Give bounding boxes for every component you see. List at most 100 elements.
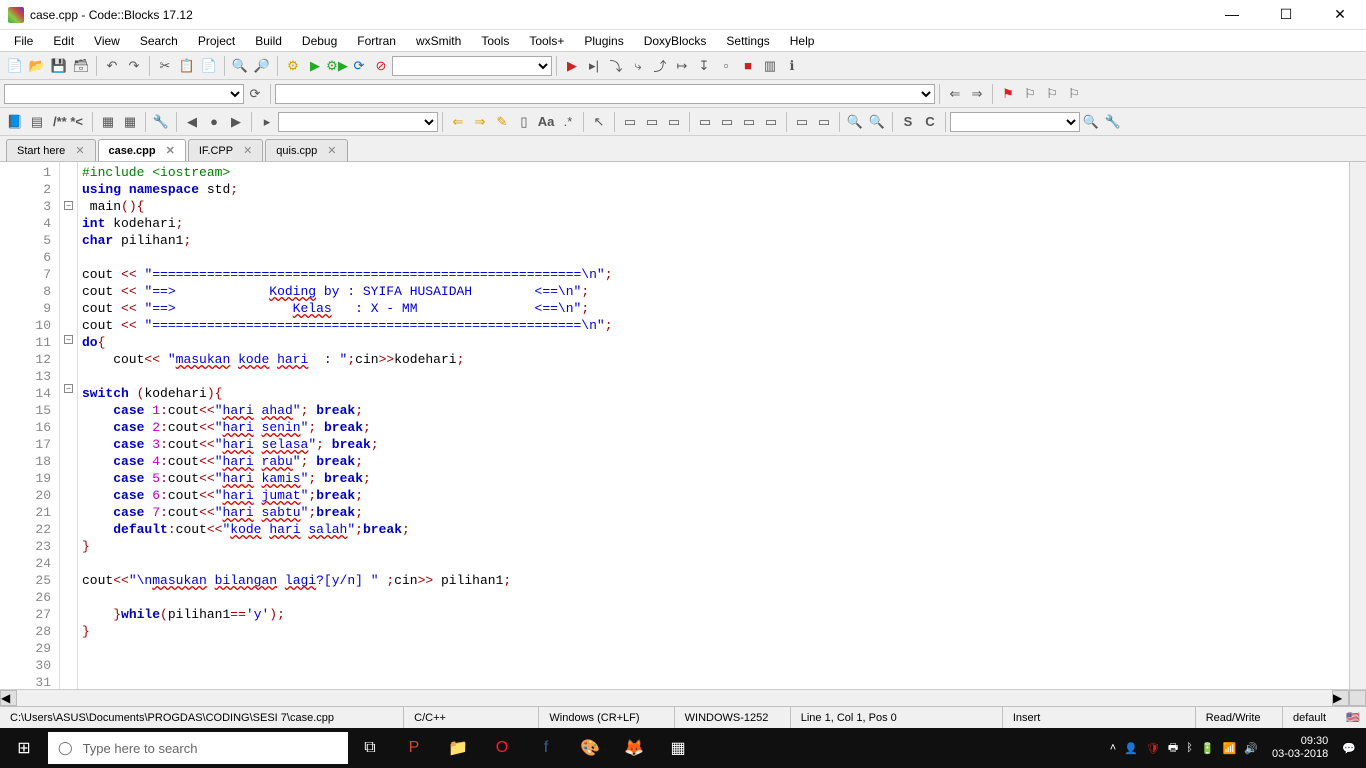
- taskbar-clock[interactable]: 09:30 03-03-2018: [1266, 735, 1334, 761]
- horizontal-scrollbar[interactable]: ◀▶: [0, 689, 1366, 706]
- tray-volume-icon[interactable]: 🔊: [1244, 742, 1258, 755]
- debug-windows-icon[interactable]: ▥: [759, 55, 781, 77]
- build-run-icon[interactable]: ⚙▶: [326, 55, 348, 77]
- maximize-button[interactable]: ☐: [1268, 6, 1304, 23]
- block1-icon[interactable]: ▭: [619, 111, 641, 133]
- task-view-icon[interactable]: ⧉: [348, 728, 392, 768]
- code-area[interactable]: #include <iostream>using namespace std; …: [78, 162, 1349, 689]
- bookmark-prev-icon[interactable]: ⚐: [1019, 83, 1041, 105]
- doxy-block-icon[interactable]: ▤: [26, 111, 48, 133]
- menu-project[interactable]: Project: [188, 32, 245, 50]
- find-icon[interactable]: 🔍: [229, 55, 251, 77]
- taskbar-search[interactable]: ◯ Type here to search: [48, 732, 348, 764]
- save-icon[interactable]: 💾: [48, 55, 70, 77]
- build-icon[interactable]: ⚙: [282, 55, 304, 77]
- break-icon[interactable]: ▫: [715, 55, 737, 77]
- facebook-icon[interactable]: f: [524, 728, 568, 768]
- c-icon[interactable]: C: [919, 111, 941, 133]
- fortran-icon[interactable]: ▸: [256, 111, 278, 133]
- menu-build[interactable]: Build: [245, 32, 292, 50]
- open-file-icon[interactable]: 📂: [26, 55, 48, 77]
- menu-tools+[interactable]: Tools+: [519, 32, 574, 50]
- stop-icon[interactable]: ■: [737, 55, 759, 77]
- menu-fortran[interactable]: Fortran: [347, 32, 406, 50]
- minimize-button[interactable]: —: [1214, 6, 1250, 23]
- firefox-icon[interactable]: 🦊: [612, 728, 656, 768]
- tab-close-icon[interactable]: ✕: [75, 144, 84, 157]
- file-explorer-icon[interactable]: 📁: [436, 728, 480, 768]
- bookmark-next-icon[interactable]: ⚐: [1041, 83, 1063, 105]
- search-combo[interactable]: [950, 112, 1080, 132]
- menu-help[interactable]: Help: [780, 32, 825, 50]
- codeblocks-icon[interactable]: ▦: [656, 728, 700, 768]
- search-opts-icon[interactable]: 🔧: [1102, 111, 1124, 133]
- block7-icon[interactable]: ▭: [760, 111, 782, 133]
- tray-av-icon[interactable]: 🛡: [1146, 742, 1160, 755]
- run-to-cursor-icon[interactable]: ▸|: [583, 55, 605, 77]
- opera-icon[interactable]: O: [480, 728, 524, 768]
- tab-close-icon[interactable]: ✕: [243, 144, 252, 157]
- hl-mark-icon[interactable]: ✎: [491, 111, 513, 133]
- next-line-icon[interactable]: ⤵: [605, 55, 627, 77]
- fortran-select[interactable]: [278, 112, 438, 132]
- zoom-in-icon[interactable]: 🔍: [844, 111, 866, 133]
- block6-icon[interactable]: ▭: [738, 111, 760, 133]
- menu-search[interactable]: Search: [130, 32, 188, 50]
- block9-icon[interactable]: ▭: [813, 111, 835, 133]
- tray-up-icon[interactable]: ˄: [1110, 742, 1116, 754]
- hl-fwd-icon[interactable]: ⇒: [469, 111, 491, 133]
- tab-close-icon[interactable]: ✕: [166, 144, 175, 157]
- save-all-icon[interactable]: 🗃: [70, 55, 92, 77]
- info-icon[interactable]: ℹ: [781, 55, 803, 77]
- vertical-scrollbar[interactable]: [1349, 162, 1366, 689]
- menu-tools[interactable]: Tools: [471, 32, 519, 50]
- menu-edit[interactable]: Edit: [43, 32, 84, 50]
- step-out-icon[interactable]: ⤴: [649, 55, 671, 77]
- cut-icon[interactable]: ✂: [154, 55, 176, 77]
- menu-view[interactable]: View: [84, 32, 130, 50]
- tray-printer-icon[interactable]: 🖶: [1168, 739, 1178, 758]
- fold-gutter[interactable]: − − −: [60, 162, 78, 689]
- tab-close-icon[interactable]: ✕: [327, 144, 336, 157]
- block3-icon[interactable]: ▭: [663, 111, 685, 133]
- tray-bluetooth-icon[interactable]: ᛒ: [1186, 742, 1193, 754]
- s-icon[interactable]: S: [897, 111, 919, 133]
- abort-icon[interactable]: ⊘: [370, 55, 392, 77]
- menu-wxsmith[interactable]: wxSmith: [406, 32, 471, 50]
- hl-back-icon[interactable]: ⇐: [447, 111, 469, 133]
- tray-people-icon[interactable]: 👤: [1124, 742, 1138, 755]
- notifications-icon[interactable]: 💬: [1342, 742, 1356, 755]
- start-button[interactable]: ⊞: [0, 728, 48, 768]
- doxy-html-icon[interactable]: ▦: [119, 111, 141, 133]
- powerpoint-icon[interactable]: P: [392, 728, 436, 768]
- menu-settings[interactable]: Settings: [716, 32, 779, 50]
- rebuild-icon[interactable]: ⟳: [348, 55, 370, 77]
- symbols-select[interactable]: [275, 84, 935, 104]
- block2-icon[interactable]: ▭: [641, 111, 663, 133]
- block4-icon[interactable]: ▭: [694, 111, 716, 133]
- redo-icon[interactable]: ↷: [123, 55, 145, 77]
- menu-debug[interactable]: Debug: [292, 32, 347, 50]
- toggle-case-icon[interactable]: Aa: [535, 111, 557, 133]
- regex-icon[interactable]: .*: [557, 111, 579, 133]
- bookmark-clear-icon[interactable]: ⚐: [1063, 83, 1085, 105]
- tab-case-cpp[interactable]: case.cpp✕: [98, 139, 186, 161]
- tab-quis-cpp[interactable]: quis.cpp✕: [265, 139, 347, 161]
- replace-icon[interactable]: 🔎: [251, 55, 273, 77]
- run-icon[interactable]: ▶: [304, 55, 326, 77]
- bookmark-flag-icon[interactable]: ⚑: [997, 83, 1019, 105]
- new-file-icon[interactable]: 📄: [4, 55, 26, 77]
- tab-if-cpp[interactable]: IF.CPP✕: [188, 139, 263, 161]
- tab-start-here[interactable]: Start here✕: [6, 139, 96, 161]
- tray-wifi-icon[interactable]: 📶: [1223, 742, 1237, 755]
- doxy-settings-icon[interactable]: 🔧: [150, 111, 172, 133]
- menu-plugins[interactable]: Plugins: [574, 32, 633, 50]
- jump-fwd-icon[interactable]: ▶: [225, 111, 247, 133]
- step-instr-icon[interactable]: ↧: [693, 55, 715, 77]
- refresh-icon[interactable]: ⟳: [244, 83, 266, 105]
- step-into-icon[interactable]: ⤷: [627, 55, 649, 77]
- jump-mark-icon[interactable]: ●: [203, 111, 225, 133]
- nav-fwd-icon[interactable]: ⇒: [966, 83, 988, 105]
- hl-clear-icon[interactable]: ▯: [513, 111, 535, 133]
- close-button[interactable]: ✕: [1322, 6, 1358, 23]
